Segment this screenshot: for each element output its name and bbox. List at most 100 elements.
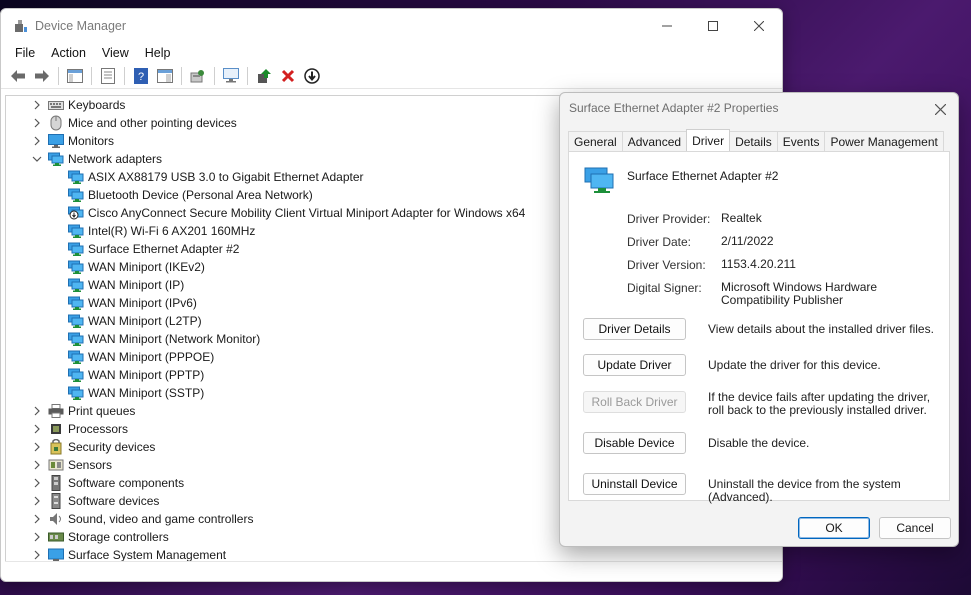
uninstall-device-toolbar-button[interactable]	[277, 65, 299, 87]
tree-item-label: Keyboards	[68, 98, 126, 112]
action-pane-button[interactable]	[154, 65, 176, 87]
network-adapter-icon	[68, 386, 84, 400]
toolbar-separator	[247, 66, 248, 85]
printer-icon	[48, 404, 64, 418]
sensor-icon	[48, 458, 64, 472]
digital-signer-label: Digital Signer:	[627, 281, 702, 295]
chevron-right-icon[interactable]	[32, 532, 42, 542]
update-driver-button[interactable]: Update Driver	[583, 354, 686, 376]
svg-text:?: ?	[138, 71, 144, 83]
driver-date-value: 2/11/2022	[721, 234, 774, 248]
close-button[interactable]	[736, 9, 782, 43]
properties-sheet-icon	[101, 67, 115, 84]
disable-down-arrow-icon	[304, 67, 320, 84]
show-hide-console-tree-button[interactable]	[64, 65, 86, 87]
chevron-right-icon[interactable]	[32, 496, 42, 506]
toolbar-separator	[181, 66, 182, 85]
chevron-down-icon[interactable]	[32, 154, 42, 164]
driver-details-button[interactable]: Driver Details	[583, 318, 686, 340]
toolbar-separator	[58, 66, 59, 85]
tab-power-management[interactable]: Power Management	[824, 131, 944, 151]
update-driver-toolbar-button[interactable]	[253, 65, 275, 87]
chevron-right-icon[interactable]	[32, 406, 42, 416]
tree-item-label: Network adapters	[68, 152, 163, 166]
chevron-right-icon[interactable]	[32, 514, 42, 524]
processor-icon	[48, 422, 64, 436]
minimize-icon	[662, 25, 672, 27]
chevron-right-icon[interactable]	[32, 118, 42, 128]
device-manager-app-icon	[13, 18, 29, 34]
tree-item-label: Security devices	[68, 440, 156, 454]
properties-dialog: Surface Ethernet Adapter #2 Properties G…	[559, 92, 959, 547]
tree-item-label: Software devices	[68, 494, 160, 508]
back-button[interactable]	[7, 65, 29, 87]
chevron-right-icon[interactable]	[32, 424, 42, 434]
tree-item-label: WAN Miniport (L2TP)	[88, 314, 202, 328]
software-device-icon	[48, 493, 64, 509]
tree-item-label: ASIX AX88179 USB 3.0 to Gigabit Ethernet…	[88, 170, 364, 184]
horizontal-scrollbar[interactable]	[5, 561, 782, 581]
menu-help[interactable]: Help	[137, 46, 179, 60]
maximize-button[interactable]	[690, 9, 736, 43]
help-icon: ?	[134, 67, 148, 84]
tab-driver[interactable]: Driver	[686, 129, 731, 151]
forward-button[interactable]	[31, 65, 53, 87]
disable-device-button[interactable]: Disable Device	[583, 432, 686, 454]
tree-item-label: Processors	[68, 422, 129, 436]
network-adapter-icon	[68, 170, 84, 184]
tab-details[interactable]: Details	[729, 131, 778, 151]
tree-item-label: Storage controllers	[68, 530, 169, 544]
menu-file[interactable]: File	[7, 46, 43, 60]
network-adapter-icon	[584, 167, 614, 193]
chevron-right-icon[interactable]	[32, 100, 42, 110]
security-device-icon	[48, 439, 64, 455]
network-adapter-icon	[68, 242, 84, 256]
dialog-title: Surface Ethernet Adapter #2 Properties	[569, 101, 779, 115]
menu-bar: File Action View Help	[1, 43, 782, 63]
roll-back-driver-button[interactable]: Roll Back Driver	[583, 391, 686, 413]
ok-button[interactable]: OK	[798, 517, 870, 539]
tab-advanced[interactable]: Advanced	[621, 131, 688, 151]
help-button[interactable]: ?	[130, 65, 152, 87]
digital-signer-value: Microsoft Windows Hardware Compatibility…	[721, 280, 878, 307]
chevron-right-icon[interactable]	[32, 550, 42, 560]
tree-item-label: Software components	[68, 476, 185, 490]
chevron-right-icon[interactable]	[32, 136, 42, 146]
chevron-right-icon[interactable]	[32, 442, 42, 452]
system-management-icon	[48, 548, 64, 562]
title-bar: Device Manager	[1, 9, 782, 43]
red-x-icon	[281, 69, 295, 82]
tab-events[interactable]: Events	[776, 131, 826, 151]
tree-item-label: WAN Miniport (PPPOE)	[88, 350, 215, 364]
dialog-close-button[interactable]	[930, 99, 950, 119]
cancel-button[interactable]: Cancel	[879, 517, 951, 539]
scan-hardware-button[interactable]	[187, 65, 209, 87]
tree-item-label: WAN Miniport (IPv6)	[88, 296, 197, 310]
disable-device-toolbar-button[interactable]	[301, 65, 323, 87]
minimize-button[interactable]	[644, 9, 690, 43]
keyboard-icon	[48, 98, 64, 112]
properties-button[interactable]	[97, 65, 119, 87]
action-pane-icon	[157, 68, 173, 83]
tab-general[interactable]: General	[568, 131, 623, 151]
chevron-right-icon[interactable]	[32, 460, 42, 470]
menu-action[interactable]: Action	[43, 46, 94, 60]
roll-back-driver-description: If the device fails after updating the d…	[708, 390, 931, 417]
menu-view[interactable]: View	[94, 46, 137, 60]
window-title: Device Manager	[35, 19, 127, 33]
uninstall-device-button[interactable]: Uninstall Device	[583, 473, 686, 495]
device-name: Surface Ethernet Adapter #2	[627, 169, 779, 183]
software-component-icon	[48, 475, 64, 491]
tree-item-label: Bluetooth Device (Personal Area Network)	[88, 188, 313, 202]
chevron-right-icon[interactable]	[32, 478, 42, 488]
update-driver-icon	[258, 68, 271, 83]
back-arrow-icon	[11, 69, 25, 82]
network-adapter-icon	[48, 152, 64, 166]
update-driver-description: Update the driver for this device.	[708, 358, 881, 372]
tree-item-label: Monitors	[68, 134, 115, 148]
toolbar: ?	[1, 63, 782, 89]
uninstall-device-description: Uninstall the device from the system (Ad…	[708, 477, 901, 504]
tree-item-label: Sound, video and game controllers	[68, 512, 254, 526]
toolbar-separator	[214, 66, 215, 85]
monitor-view-button[interactable]	[220, 65, 242, 87]
